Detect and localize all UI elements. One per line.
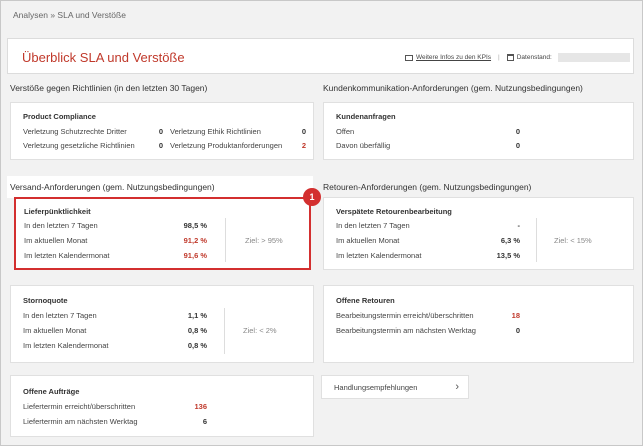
card-title: Product Compliance: [23, 112, 96, 121]
annotation-badge: 1: [303, 188, 321, 206]
header-info: Weitere Infos zu den KPIs | Datenstand:: [405, 53, 630, 62]
divider: [224, 308, 225, 354]
section-title-returns: Retouren-Anforderungen (gem. Nutzungsbed…: [323, 182, 532, 192]
app-frame: Analysen » SLA und Verstöße Überblick SL…: [0, 0, 643, 446]
row-value: 0,8 %: [187, 326, 207, 335]
row-value: 2: [301, 141, 306, 150]
row-value: 18: [511, 311, 520, 320]
card-title: Offene Retouren: [336, 296, 395, 305]
customer-requests-card: Kundenanfragen Offen 0 Davon überfällig …: [323, 102, 634, 160]
row-value: 136: [194, 402, 207, 411]
section-title-shipping: Versand-Anforderungen (gem. Nutzungsbedi…: [10, 182, 215, 192]
chevron-right-icon: ›: [455, 381, 459, 393]
highlight-frame: [14, 197, 311, 270]
row-value: 0: [301, 127, 306, 136]
section-title-customer: Kundenkommunikation-Anforderungen (gem. …: [323, 83, 583, 93]
row-label: Davon überfällig: [336, 141, 391, 150]
row-label: Verletzung Produktanforderungen: [170, 141, 283, 150]
row-label: Verletzung gesetzliche Richtlinien: [23, 141, 135, 150]
date-value-redacted: [557, 53, 630, 62]
cancellation-rate-card: Stornoquote In den letzten 7 Tagen 1,1 %…: [10, 285, 314, 363]
breadcrumb[interactable]: Analysen » SLA und Verstöße: [13, 10, 126, 20]
product-compliance-card: Product Compliance Verletzung Schutzrech…: [10, 102, 314, 160]
row-value: 0: [515, 127, 520, 136]
row-value: 13,5 %: [496, 251, 520, 260]
row-value: 0: [515, 326, 520, 335]
row-label: In den letzten 7 Tagen: [23, 311, 97, 320]
row-label: Liefertermin am nächsten Werktag: [23, 417, 138, 426]
row-label: Bearbeitungstermin erreicht/überschritte…: [336, 311, 474, 320]
row-label: Liefertermin erreicht/überschritten: [23, 402, 136, 411]
divider: [536, 218, 537, 262]
kpi-info-link[interactable]: Weitere Infos zu den KPIs: [416, 54, 491, 61]
section-title-violations: Verstöße gegen Richtlinien (in den letzt…: [10, 83, 208, 93]
book-icon: [405, 54, 413, 61]
target-label: Ziel: < 15%: [554, 236, 592, 245]
row-label: Verletzung Ethik Richtlinien: [170, 127, 261, 136]
row-value: 1,1 %: [187, 311, 207, 320]
row-label: Offen: [336, 127, 355, 136]
open-orders-card: Offene Aufträge Liefertermin erreicht/üb…: [10, 375, 314, 437]
card-title: Verspätete Retourenbearbeitung: [336, 207, 452, 216]
late-returns-card: Verspätete Retourenbearbeitung In den le…: [323, 197, 634, 270]
row-value: 6,3 %: [500, 236, 520, 245]
page-title: Überblick SLA und Verstöße: [22, 50, 185, 65]
card-title: Stornoquote: [23, 296, 68, 305]
open-returns-card: Offene Retouren Bearbeitungstermin errei…: [323, 285, 634, 363]
row-label: Verletzung Schutzrechte Dritter: [23, 127, 127, 136]
row-label: Bearbeitungstermin am nächsten Werktag: [336, 326, 476, 335]
page-header: Überblick SLA und Verstöße Weitere Infos…: [7, 38, 634, 74]
row-label: Im aktuellen Monat: [23, 326, 87, 335]
target-label: Ziel: < 2%: [243, 326, 277, 335]
row-value: 0: [158, 141, 163, 150]
row-label: In den letzten 7 Tagen: [336, 221, 410, 230]
row-value: 6: [202, 417, 207, 426]
card-title: Kundenanfragen: [336, 112, 396, 121]
row-label: Im aktuellen Monat: [336, 236, 400, 245]
row-value: 0,8 %: [187, 341, 207, 350]
row-label: Im letzten Kalendermonat: [23, 341, 109, 350]
calendar-icon: [506, 54, 514, 61]
card-title: Offene Aufträge: [23, 387, 80, 396]
row-value: 0: [158, 127, 163, 136]
date-label: Datenstand:: [516, 54, 552, 61]
row-label: Im letzten Kalendermonat: [336, 251, 422, 260]
header-divider: |: [498, 54, 500, 61]
button-label: Handlungsempfehlungen: [334, 382, 418, 392]
row-value: 0: [515, 141, 520, 150]
row-value: -: [517, 221, 521, 230]
recommendations-button[interactable]: Handlungsempfehlungen ›: [321, 375, 469, 399]
